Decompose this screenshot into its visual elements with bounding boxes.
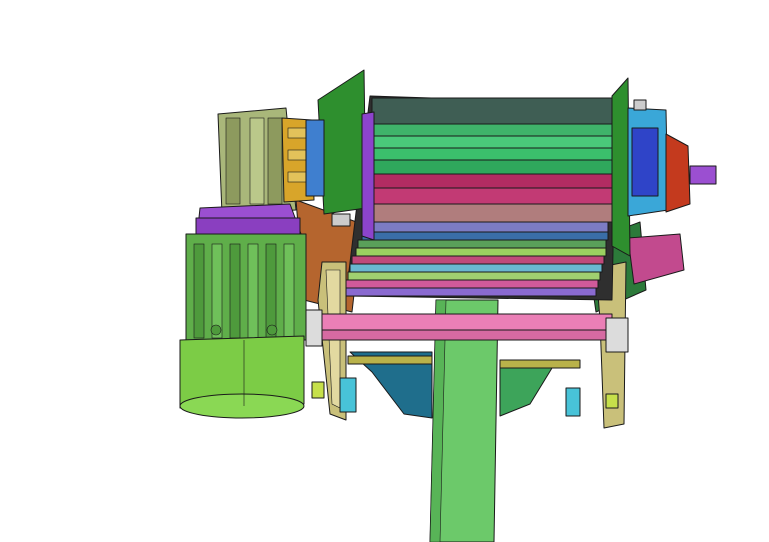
- cad-viewport[interactable]: [0, 0, 769, 542]
- mounting-bracket-left: [347, 351, 433, 419]
- drum-roller-bank: [345, 95, 617, 301]
- gear-reducer: [217, 107, 325, 215]
- drive-motor: [185, 233, 307, 341]
- motor-end-cap: [179, 335, 305, 419]
- right-bearing-housing: [611, 77, 717, 257]
- cad-model-drawing: [179, 69, 717, 542]
